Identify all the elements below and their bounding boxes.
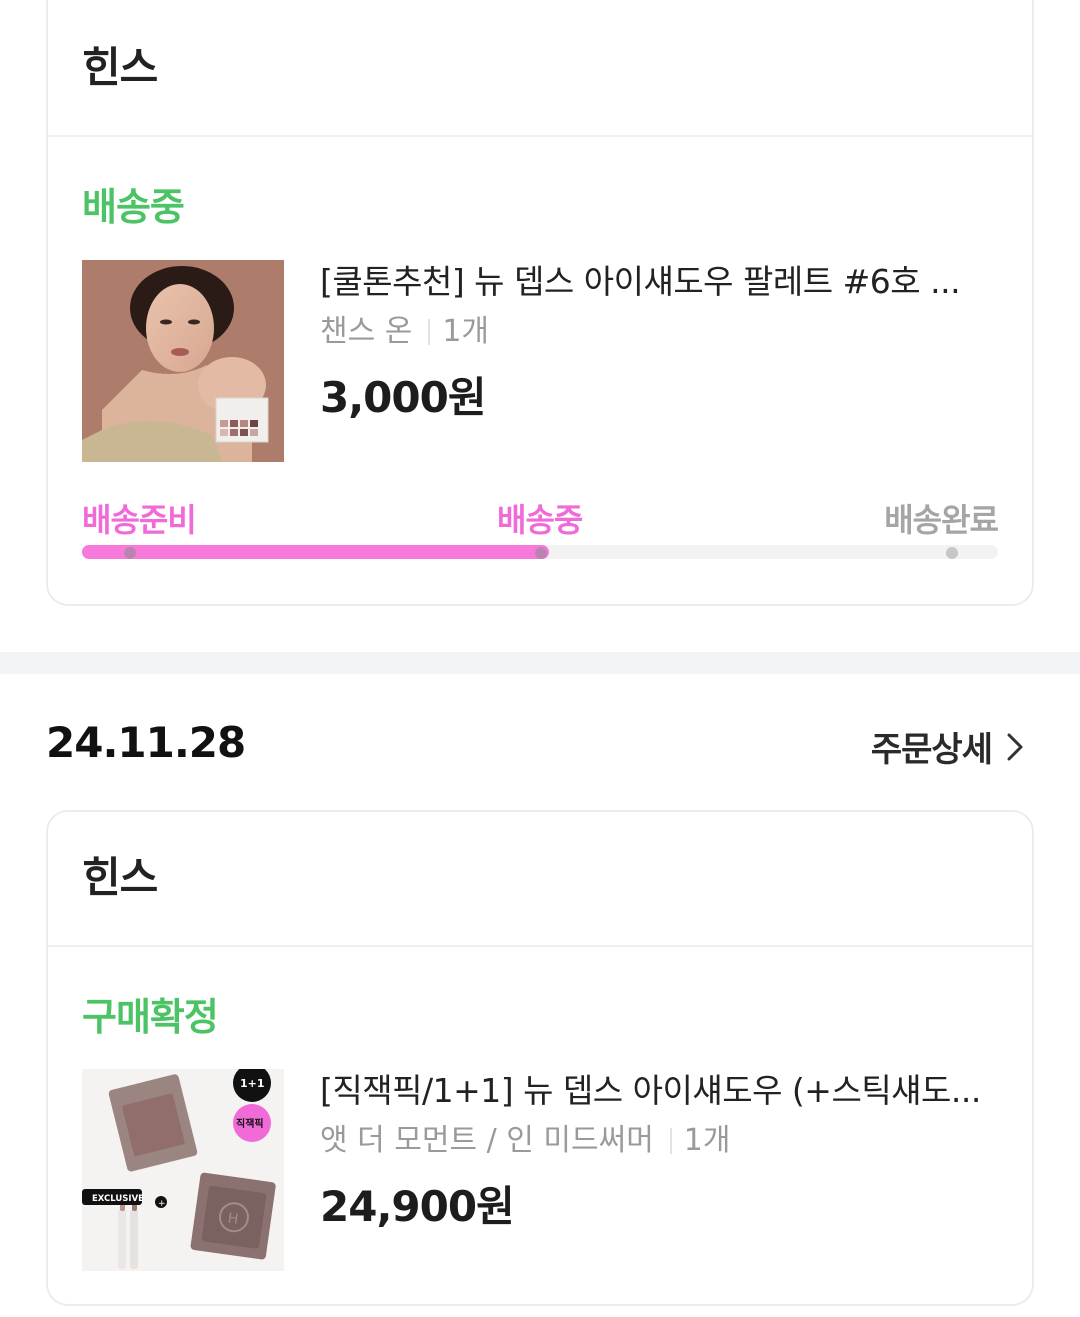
- product-option: 챈스 온 1개: [320, 312, 992, 352]
- step-label-preparing: 배송준비: [82, 501, 197, 539]
- svg-text:+: +: [158, 1199, 166, 1209]
- product-image[interactable]: [82, 260, 284, 462]
- product-title[interactable]: [쿨톤추천] 뉴 뎁스 아이섀도우 팔레트 #6호 ...: [320, 260, 992, 304]
- product-image[interactable]: H EXCLUSIVE + 1+1 직잭픽: [82, 1069, 284, 1271]
- option-separator: [428, 319, 431, 345]
- product-title[interactable]: [직잭픽/1+1] 뉴 뎁스 아이섀도우 (+스틱섀도...: [320, 1069, 992, 1113]
- option-value: 앳 더 모먼트 / 인 미드써머: [320, 1123, 654, 1158]
- progress-dot-preparing: [124, 547, 136, 559]
- product-info[interactable]: [쿨톤추천] 뉴 뎁스 아이섀도우 팔레트 #6호 ... 챈스 온 1개 3,0…: [320, 260, 992, 425]
- exclusive-badge: EXCLUSIVE: [92, 1194, 144, 1204]
- order-detail-label[interactable]: 주문상세: [871, 722, 993, 771]
- delivery-status: 배송중: [82, 185, 185, 229]
- pick-badge: 직잭픽: [236, 1117, 264, 1130]
- product-price: 24,900원: [320, 1182, 515, 1231]
- step-label-delivered: 배송완료: [884, 501, 999, 539]
- one-plus-one-badge: 1+1: [240, 1077, 265, 1090]
- brand-row: 힌스: [48, 0, 1032, 137]
- product-photo-icon: H EXCLUSIVE + 1+1 직잭픽: [82, 1069, 284, 1271]
- progress-dot-delivered: [946, 547, 958, 559]
- progress-fill: [82, 545, 549, 559]
- delivery-progress: 배송준비 배송중 배송완료: [82, 495, 999, 575]
- purchase-status: 구매확정: [82, 995, 219, 1039]
- section-divider: [0, 652, 1080, 674]
- option-quantity: 1개: [683, 1123, 731, 1158]
- product-photo-icon: [82, 260, 284, 462]
- order-card: 힌스 구매확정 H EXCLUSIVE + 1+1 직잭픽 [직잭픽/1+1] …: [46, 810, 1034, 1306]
- product-info[interactable]: [직잭픽/1+1] 뉴 뎁스 아이섀도우 (+스틱섀도... 앳 더 모먼트 /…: [320, 1069, 992, 1234]
- progress-dot-shipping: [535, 547, 547, 559]
- order-card: 힌스 배송중 [쿨톤추천] 뉴 뎁스 아이섀도우 팔레트 #6호 ... 챈스 …: [46, 0, 1034, 606]
- order-date: 24.11.28: [46, 718, 246, 767]
- svg-text:H: H: [227, 1210, 240, 1227]
- option-separator: [669, 1128, 672, 1154]
- product-option: 앳 더 모먼트 / 인 미드써머 1개: [320, 1121, 992, 1161]
- brand-name[interactable]: 힌스: [82, 34, 158, 95]
- option-quantity: 1개: [442, 314, 490, 349]
- brand-name[interactable]: 힌스: [82, 844, 158, 905]
- product-price: 3,000원: [320, 373, 487, 422]
- brand-row: 힌스: [48, 812, 1032, 947]
- order-detail-link[interactable]: 주문상세: [871, 722, 1024, 771]
- option-value: 챈스 온: [320, 314, 413, 349]
- chevron-right-icon[interactable]: [1006, 732, 1024, 762]
- step-label-shipping: 배송중: [497, 501, 583, 539]
